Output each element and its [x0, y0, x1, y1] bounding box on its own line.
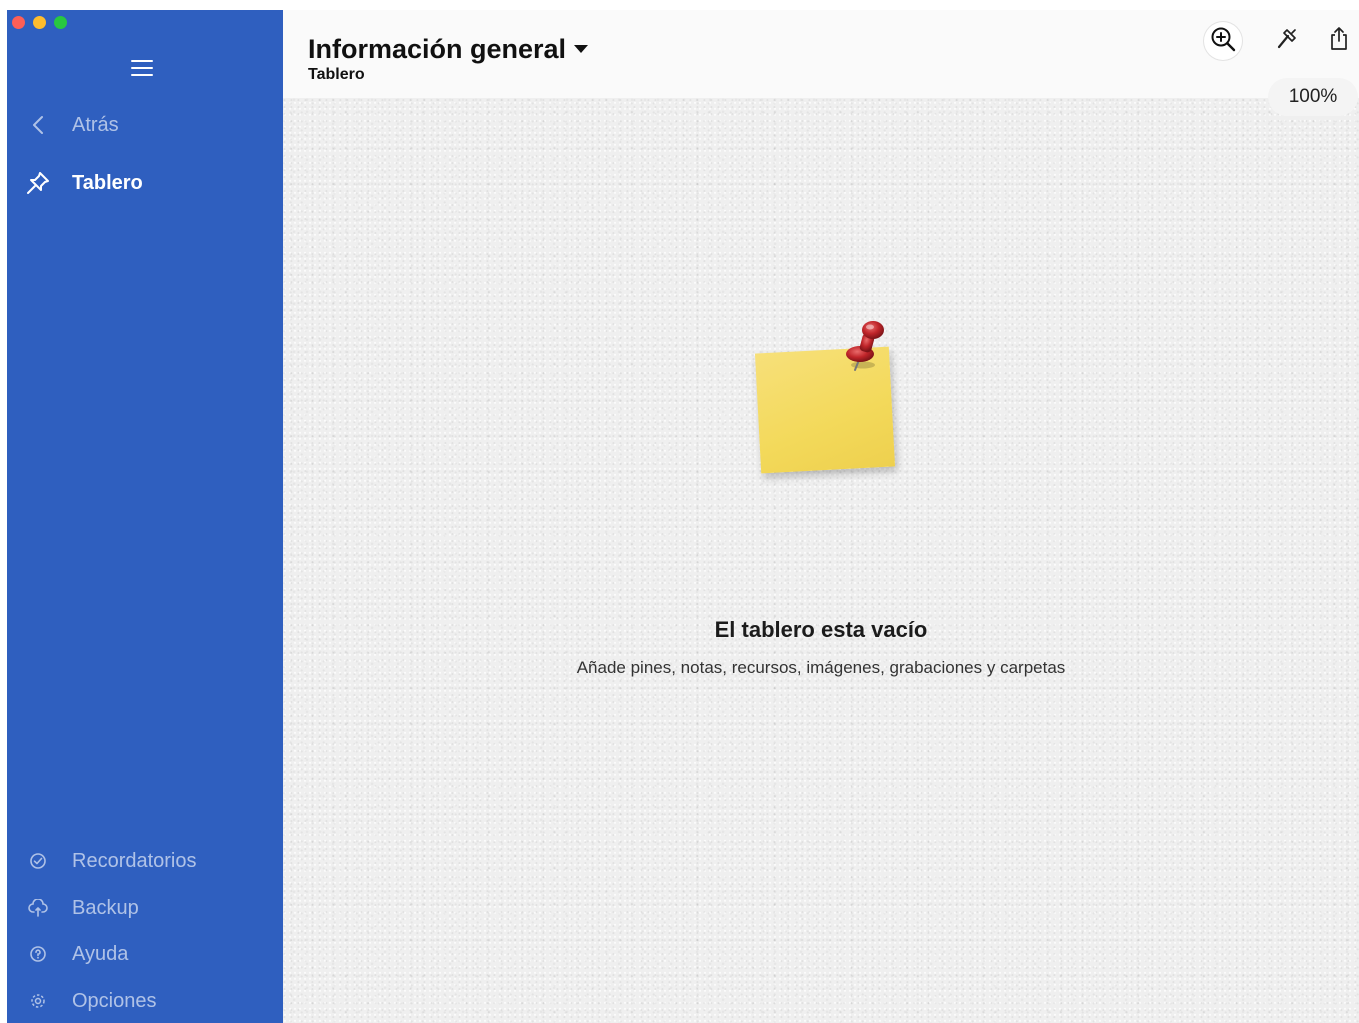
empty-state-subtitle: Añade pines, notas, recursos, imágenes, …: [576, 658, 1066, 677]
sidebar-item-tablero[interactable]: Tablero: [7, 163, 283, 203]
tools-button[interactable]: [1269, 22, 1307, 60]
minimize-window-button[interactable]: [33, 16, 46, 29]
zoom-in-icon: [1209, 25, 1237, 58]
zoom-window-button[interactable]: [54, 16, 67, 29]
zoom-level-indicator: 100%: [1268, 78, 1358, 116]
sidebar-item-label: Backup: [72, 896, 139, 919]
empty-state-title: El tablero esta vacío: [714, 617, 928, 642]
cloud-sync-icon: [25, 895, 51, 921]
sidebar: Atrás Tablero Recordatorios Backup Ayuda…: [7, 10, 283, 1023]
hamburger-icon[interactable]: [131, 60, 153, 76]
zoom-in-button[interactable]: [1204, 22, 1242, 60]
sidebar-item-label: Tablero: [72, 171, 143, 194]
sidebar-item-label: Opciones: [72, 989, 157, 1012]
title-dropdown[interactable]: Información general: [308, 34, 589, 65]
sidebar-item-label: Recordatorios: [72, 849, 197, 872]
header: Información general Tablero: [283, 10, 1359, 98]
sidebar-item-label: Ayuda: [72, 942, 129, 965]
main-area: Información general Tablero El tablero e…: [283, 10, 1359, 1023]
sidebar-item-opciones[interactable]: Opciones: [7, 981, 283, 1021]
share-button[interactable]: [1321, 22, 1357, 60]
pushpin-icon: [843, 320, 889, 377]
hammer-icon: [1275, 26, 1301, 57]
check-circle-icon: [25, 848, 51, 874]
share-icon: [1328, 26, 1350, 57]
sidebar-item-ayuda[interactable]: Ayuda: [7, 934, 283, 974]
page-title: Información general: [308, 34, 567, 64]
close-window-button[interactable]: [12, 16, 25, 29]
back-label: Atrás: [72, 113, 119, 136]
sidebar-item-backup[interactable]: Backup: [7, 888, 283, 928]
back-button[interactable]: Atrás: [7, 105, 283, 145]
chevron-left-icon: [25, 112, 51, 138]
corkboard[interactable]: El tablero esta vacío Añade pines, notas…: [283, 98, 1359, 1023]
window-controls: [12, 16, 67, 29]
app-window: Atrás Tablero Recordatorios Backup Ayuda…: [7, 10, 1359, 1023]
gear-icon: [25, 988, 51, 1014]
pin-icon: [25, 170, 51, 196]
caret-down-icon: [573, 41, 589, 59]
empty-board-illustration: [753, 320, 903, 480]
sidebar-item-recordatorios[interactable]: Recordatorios: [7, 841, 283, 881]
help-circle-icon: [25, 941, 51, 967]
page-subtitle: Tablero: [308, 66, 365, 83]
